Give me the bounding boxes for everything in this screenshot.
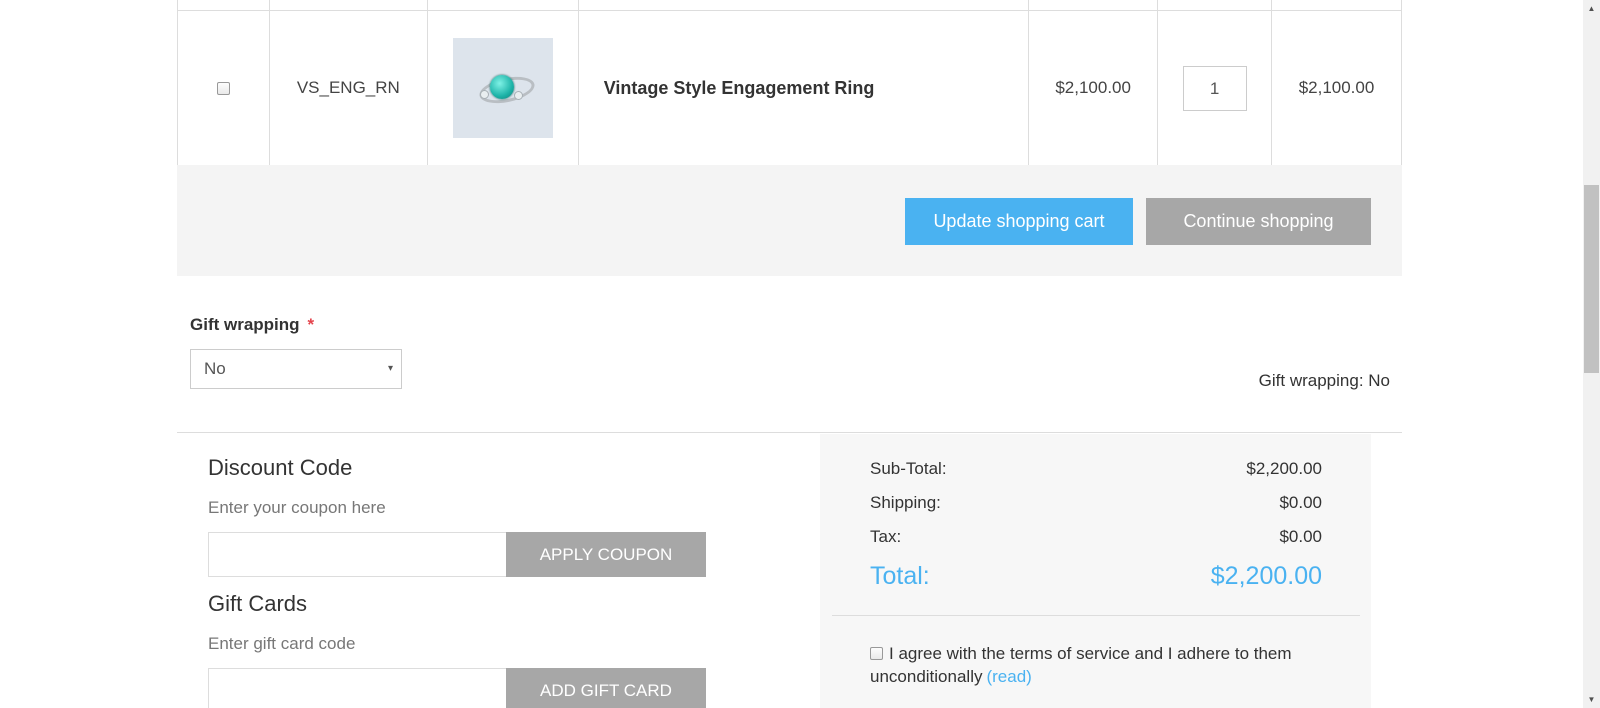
page-scrollbar[interactable]: ▲ ▼ [1583, 0, 1600, 708]
cart-table: VS_ENG_RN Vintage Style Engagement Ring … [177, 0, 1402, 166]
order-totals-panel: Sub-Total: $2,200.00 Shipping: $0.00 Tax… [820, 434, 1371, 708]
unit-price: $2,100.00 [1028, 10, 1159, 166]
gift-wrapping-select[interactable]: No ▾ [190, 349, 402, 389]
continue-shopping-button[interactable]: Continue shopping [1146, 198, 1371, 245]
scrollbar-thumb[interactable] [1584, 185, 1599, 373]
quantity-cell: 1 [1157, 10, 1273, 166]
terms-checkbox[interactable] [870, 647, 883, 660]
quantity-input[interactable]: 1 [1182, 65, 1247, 111]
shipping-value: $0.00 [1279, 493, 1322, 512]
product-thumbnail[interactable] [452, 38, 553, 138]
subtotal-row: Sub-Total: $2,200.00 [870, 459, 1322, 478]
discount-code-hint: Enter your coupon here [208, 498, 386, 517]
discount-code-input[interactable] [208, 532, 508, 577]
shipping-row: Shipping: $0.00 [870, 493, 1322, 512]
order-total-row: Total: $2,200.00 [870, 562, 1322, 590]
remove-cell [177, 10, 270, 166]
section-divider [177, 432, 1402, 433]
gift-cards-hint: Enter gift card code [208, 634, 356, 653]
totals-divider [832, 615, 1360, 616]
chevron-down-icon: ▾ [387, 363, 393, 374]
cart-item-row: VS_ENG_RN Vintage Style Engagement Ring … [177, 10, 1402, 166]
order-total-value: $2,200.00 [1210, 562, 1322, 590]
terms-read-link[interactable]: (read) [986, 667, 1031, 686]
line-total: $2,100.00 [1271, 10, 1402, 166]
subtotal-value: $2,200.00 [1246, 459, 1322, 478]
discount-code-title: Discount Code [208, 455, 353, 480]
sku-cell: VS_ENG_RN [268, 10, 428, 166]
terms-of-service: I agree with the terms of service and I … [870, 644, 1292, 686]
required-marker: * [307, 315, 315, 334]
gift-card-input[interactable] [208, 668, 508, 708]
product-name-link[interactable]: Vintage Style Engagement Ring [604, 78, 875, 98]
cart-action-bar: Update shopping cart Continue shopping [177, 165, 1402, 276]
picture-cell [426, 10, 579, 166]
scroll-down-arrow-icon[interactable]: ▼ [1583, 691, 1600, 708]
gift-cards-title: Gift Cards [208, 591, 308, 616]
scroll-up-arrow-icon[interactable]: ▲ [1583, 0, 1600, 17]
product-name-cell: Vintage Style Engagement Ring [577, 10, 1030, 166]
tax-row: Tax: $0.00 [870, 527, 1322, 546]
update-cart-button[interactable]: Update shopping cart [905, 198, 1133, 245]
add-gift-card-button[interactable]: ADD GIFT CARD [506, 668, 706, 708]
tax-value: $0.00 [1279, 527, 1322, 546]
gift-wrapping-summary: Gift wrapping: No [1258, 371, 1390, 390]
gift-wrapping-label: Gift wrapping * [190, 315, 315, 334]
remove-item-checkbox[interactable] [216, 82, 230, 96]
apply-coupon-button[interactable]: APPLY COUPON [506, 532, 706, 577]
table-row [177, 0, 1402, 11]
